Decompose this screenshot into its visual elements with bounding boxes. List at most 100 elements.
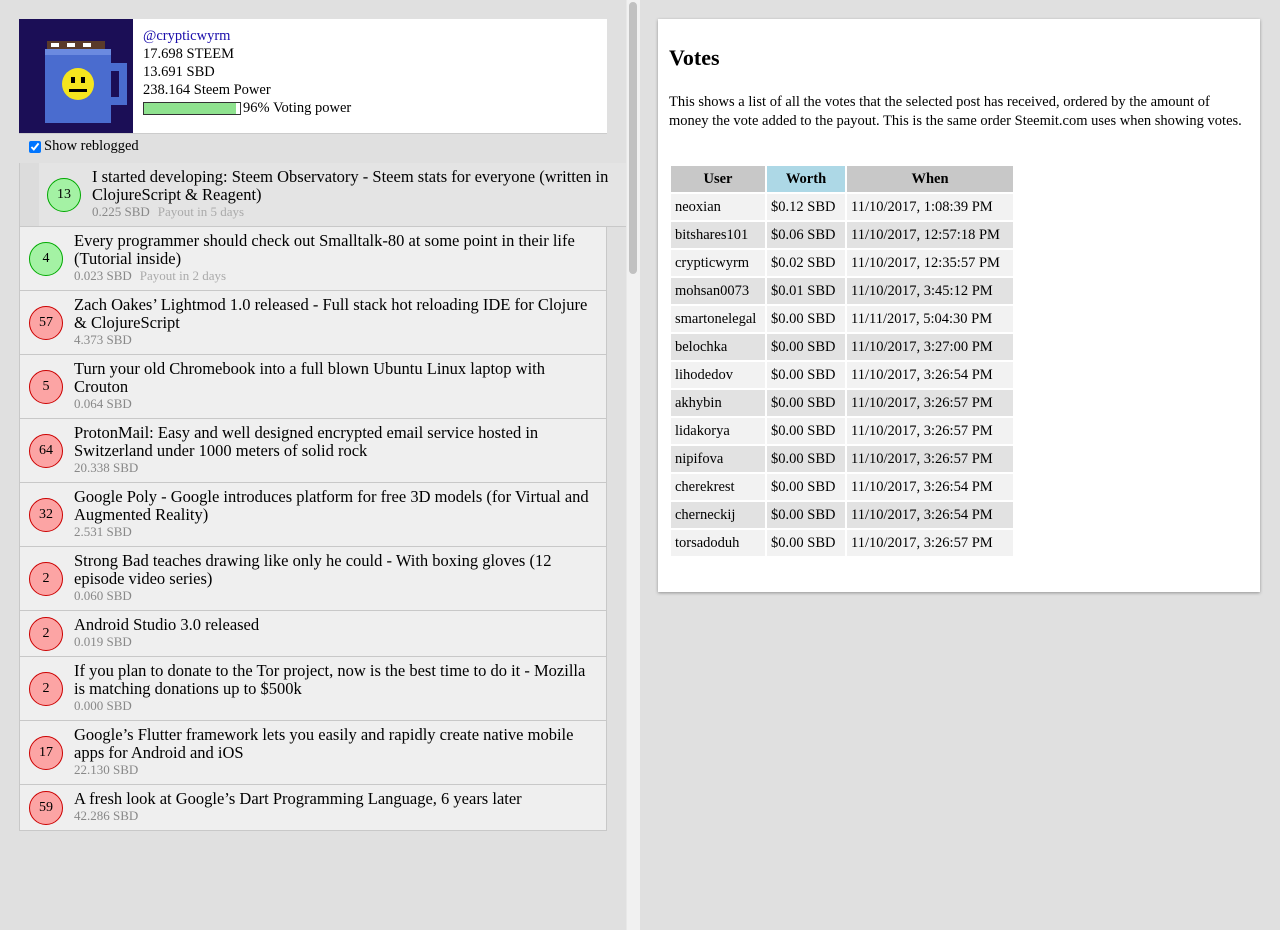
post-meta: 0.000 SBD xyxy=(74,698,596,714)
vote-when: 11/10/2017, 12:57:18 PM xyxy=(847,222,1013,248)
vote-when: 11/10/2017, 3:26:57 PM xyxy=(847,418,1013,444)
vote-count-badge: 13 xyxy=(47,178,81,212)
vote-count-badge: 59 xyxy=(29,791,63,825)
vote-user: crypticwyrm xyxy=(671,250,765,276)
post-title[interactable]: If you plan to donate to the Tor project… xyxy=(74,662,596,698)
voting-power-row: 96% Voting power xyxy=(143,99,351,117)
post-meta: 0.060 SBD xyxy=(74,588,596,604)
vote-row: torsadoduh $0.00 SBD 11/10/2017, 3:26:57 P… xyxy=(671,530,1013,556)
show-reblogged-toggle[interactable]: Show reblogged xyxy=(19,138,139,155)
post-payout-amount: 0.023 SBD xyxy=(74,268,132,283)
post-title[interactable]: Turn your old Chromebook into a full blo… xyxy=(74,360,596,396)
post-payout-amount: 0.225 SBD xyxy=(92,204,150,219)
posts-column: @crypticwyrm 17.698 STEEM 13.691 SBD 238… xyxy=(0,0,640,930)
post-title[interactable]: ProtonMail: Easy and well designed encry… xyxy=(74,424,596,460)
vote-count-badge: 2 xyxy=(29,617,63,651)
vote-when: 11/10/2017, 3:26:57 PM xyxy=(847,530,1013,556)
vote-when: 11/10/2017, 1:08:39 PM xyxy=(847,194,1013,220)
coffee-mug-avatar-icon xyxy=(19,19,133,133)
vote-worth: $0.02 SBD xyxy=(767,250,845,276)
vote-count-badge: 4 xyxy=(29,242,63,276)
vote-user: torsadoduh xyxy=(671,530,765,556)
post-item[interactable]: 4 Every programmer should check out Small… xyxy=(19,227,607,291)
post-payout-time: Payout in 5 days xyxy=(157,204,245,219)
post-body: Zach Oakes’ Lightmod 1.0 released - Full… xyxy=(74,291,606,348)
post-title[interactable]: Google Poly - Google introduces platform… xyxy=(74,488,596,524)
vote-worth: $0.06 SBD xyxy=(767,222,845,248)
post-title[interactable]: Every programmer should check out Smallt… xyxy=(74,232,596,268)
vote-user: bitshares101 xyxy=(671,222,765,248)
post-item[interactable]: 5 Turn your old Chromebook into a full bl… xyxy=(19,355,607,419)
votes-panel: Votes This shows a list of all the votes… xyxy=(658,19,1260,592)
vote-row: bitshares101 $0.06 SBD 11/10/2017, 12:57:1… xyxy=(671,222,1013,248)
vote-row: mohsan0073 $0.01 SBD 11/10/2017, 3:45:12 P… xyxy=(671,278,1013,304)
post-title[interactable]: Zach Oakes’ Lightmod 1.0 released - Full… xyxy=(74,296,596,332)
post-body: I started developing: Steem Observatory … xyxy=(92,163,640,220)
vote-when: 11/11/2017, 5:04:30 PM xyxy=(847,306,1013,332)
post-meta: 2.531 SBD xyxy=(74,524,596,540)
voting-power-fill xyxy=(144,102,237,114)
post-item-selected[interactable]: 13 I started developing: Steem Observator… xyxy=(19,163,640,227)
vote-user: lidakorya xyxy=(671,418,765,444)
vote-count-badge: 2 xyxy=(29,562,63,596)
post-item[interactable]: 57 Zach Oakes’ Lightmod 1.0 released - Fu… xyxy=(19,291,607,355)
post-item[interactable]: 2 Android Studio 3.0 released 0.019 SBD xyxy=(19,611,607,657)
vote-row: belochka $0.00 SBD 11/10/2017, 3:27:00 PM xyxy=(671,334,1013,360)
vote-row: smartonelegal $0.00 SBD 11/11/2017, 5:04:3… xyxy=(671,306,1013,332)
post-item[interactable]: 64 ProtonMail: Easy and well designed enc… xyxy=(19,419,607,483)
voting-power-label: 96% Voting power xyxy=(243,100,352,116)
vote-worth: $0.01 SBD xyxy=(767,278,845,304)
sbd-balance: 13.691 SBD xyxy=(143,64,215,80)
post-list: 13 I started developing: Steem Observator… xyxy=(19,163,640,831)
post-body: If you plan to donate to the Tor project… xyxy=(74,657,606,714)
post-meta: 0.064 SBD xyxy=(74,396,596,412)
post-meta: 4.373 SBD xyxy=(74,332,596,348)
post-item[interactable]: 2 Strong Bad teaches drawing like only he… xyxy=(19,547,607,611)
vote-user: lihodedov xyxy=(671,362,765,388)
post-title[interactable]: A fresh look at Google’s Dart Programmin… xyxy=(74,790,596,808)
vote-when: 11/10/2017, 12:35:57 PM xyxy=(847,250,1013,276)
vote-when: 11/10/2017, 3:26:57 PM xyxy=(847,446,1013,472)
post-meta: 0.019 SBD xyxy=(74,634,596,650)
vote-row: crypticwyrm $0.02 SBD 11/10/2017, 12:35:57… xyxy=(671,250,1013,276)
vote-when: 11/10/2017, 3:26:54 PM xyxy=(847,502,1013,528)
post-meta: 20.338 SBD xyxy=(74,460,596,476)
post-item[interactable]: 2 If you plan to donate to the Tor projec… xyxy=(19,657,607,721)
show-reblogged-checkbox[interactable] xyxy=(29,140,41,153)
vote-count-badge: 57 xyxy=(29,306,63,340)
voting-power-bar xyxy=(143,101,241,115)
post-item[interactable]: 32 Google Poly - Google introduces platfo… xyxy=(19,483,607,547)
vote-when: 11/10/2017, 3:45:12 PM xyxy=(847,278,1013,304)
post-payout-amount: 0.060 SBD xyxy=(74,588,132,603)
vote-when: 11/10/2017, 3:26:57 PM xyxy=(847,390,1013,416)
steem-balance: 17.698 STEEM xyxy=(143,46,235,62)
votes-title: Votes xyxy=(669,45,720,70)
post-body: Every programmer should check out Smallt… xyxy=(74,227,606,284)
post-title[interactable]: I started developing: Steem Observatory … xyxy=(92,168,635,204)
vote-user: nipifova xyxy=(671,446,765,472)
vote-user: neoxian xyxy=(671,194,765,220)
column-header-user[interactable]: User xyxy=(671,166,765,192)
post-body: ProtonMail: Easy and well designed encry… xyxy=(74,419,606,476)
scrollbar-thumb[interactable] xyxy=(629,2,637,274)
votes-description: This shows a list of all the votes that … xyxy=(669,94,1242,129)
column-header-when[interactable]: When xyxy=(847,166,1013,192)
post-title[interactable]: Android Studio 3.0 released xyxy=(74,616,596,634)
column-header-worth[interactable]: Worth xyxy=(767,166,845,192)
vote-user: akhybin xyxy=(671,390,765,416)
votes-table: User Worth When neoxian $0.12 SBD 11/10/20… xyxy=(669,164,1015,558)
post-title[interactable]: Strong Bad teaches drawing like only he … xyxy=(74,552,596,588)
post-item[interactable]: 59 A fresh look at Google’s Dart Programm… xyxy=(19,785,607,831)
username-link[interactable]: @crypticwyrm xyxy=(143,28,230,44)
post-item[interactable]: 17 Google’s Flutter framework lets you ea… xyxy=(19,721,607,785)
post-meta: 0.225 SBD Payout in 5 days xyxy=(92,204,635,220)
vote-row: nipifova $0.00 SBD 11/10/2017, 3:26:57 PM xyxy=(671,446,1013,472)
avatar xyxy=(19,19,133,133)
vote-worth: $0.00 SBD xyxy=(767,306,845,332)
vote-when: 11/10/2017, 3:26:54 PM xyxy=(847,362,1013,388)
post-title[interactable]: Google’s Flutter framework lets you easi… xyxy=(74,726,596,762)
post-body: Google’s Flutter framework lets you easi… xyxy=(74,721,606,778)
vote-count-badge: 64 xyxy=(29,434,63,468)
vote-worth: $0.00 SBD xyxy=(767,446,845,472)
post-payout-amount: 42.286 SBD xyxy=(74,808,139,823)
